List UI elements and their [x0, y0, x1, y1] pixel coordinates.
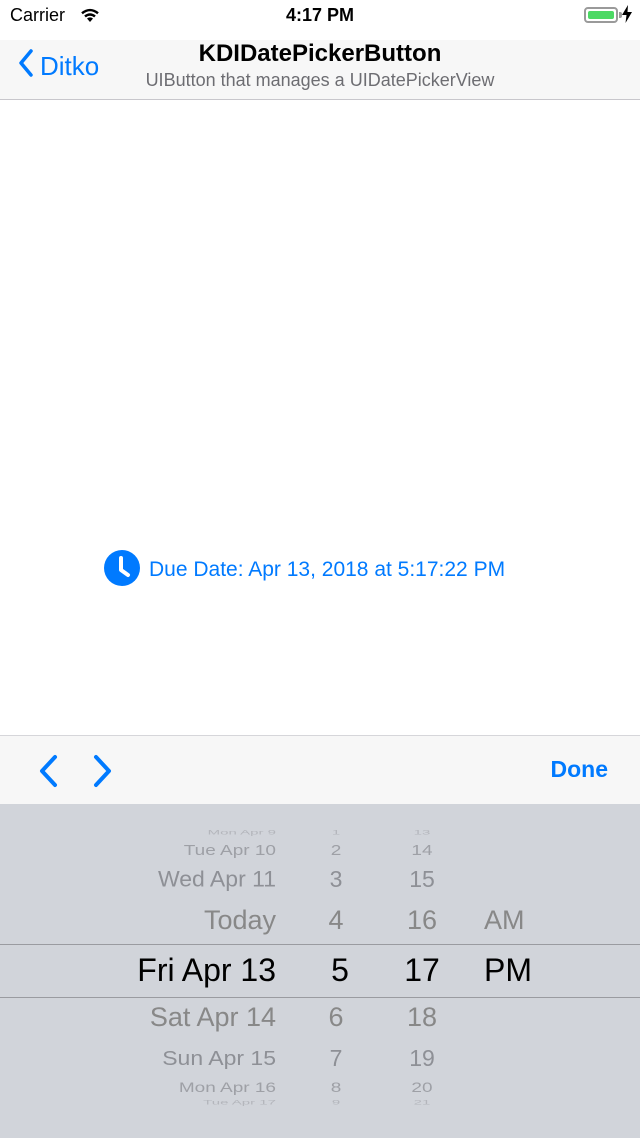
status-time: 4:17 PM — [285, 5, 355, 25]
picker-date-row[interactable]: Mon Apr 9 — [208, 829, 276, 837]
picker-minute-row[interactable]: 15 — [409, 866, 435, 893]
due-date-label: Due Date: Apr 13, 2018 at 5:17:22 PM — [149, 558, 506, 581]
picker-minute-row[interactable]: 18 — [407, 1002, 437, 1033]
picker-minute-row[interactable]: 21 — [414, 1099, 431, 1106]
chevron-left-icon — [36, 755, 62, 792]
picker-date-row[interactable]: Tue Apr 17 — [203, 1099, 276, 1106]
picker-date-row[interactable]: Today — [204, 905, 276, 936]
page-subtitle: UIButton that manages a UIDatePickerView — [145, 70, 495, 90]
picker-date-row[interactable]: Wed Apr 11 — [158, 867, 276, 893]
picker-ampm-row-selected[interactable]: PM — [484, 952, 532, 989]
picker-minute-row[interactable]: 19 — [409, 1045, 435, 1072]
picker-minute-row[interactable]: 20 — [411, 1080, 432, 1097]
picker-minute-row[interactable]: 14 — [411, 842, 432, 860]
picker-hour-row[interactable]: 1 — [332, 829, 340, 837]
picker-ampm-row[interactable]: AM — [484, 905, 525, 936]
date-picker[interactable]: Mon Apr 9 Tue Apr 10 Wed Apr 11 Today Fr… — [0, 804, 640, 1138]
picker-hour-row[interactable]: 4 — [328, 905, 343, 936]
picker-hour-row[interactable]: 6 — [328, 1002, 343, 1033]
selection-line-top — [0, 944, 640, 945]
picker-hour-row[interactable]: 8 — [331, 1080, 342, 1097]
picker-hour-row[interactable]: 7 — [330, 1045, 343, 1072]
picker-date-row[interactable]: Sat Apr 14 — [150, 1002, 276, 1033]
picker-date-row-selected[interactable]: Fri Apr 13 — [137, 952, 276, 989]
input-accessory-toolbar: Done — [0, 735, 640, 805]
battery-icon — [584, 7, 618, 23]
picker-minute-row[interactable]: 16 — [407, 905, 437, 936]
status-bar: Carrier 4:17 PM — [0, 0, 640, 40]
page-title: KDIDatePickerButton — [198, 40, 442, 67]
picker-hour-row[interactable]: 9 — [332, 1099, 340, 1106]
navigation-bar: Ditko KDIDatePickerButton UIButton that … — [0, 40, 640, 100]
next-button[interactable] — [90, 754, 116, 793]
picker-minute-row-selected[interactable]: 17 — [404, 952, 440, 989]
picker-hour-row[interactable]: 3 — [330, 866, 343, 893]
selection-line-bottom — [0, 997, 640, 998]
chevron-right-icon — [90, 755, 116, 792]
picker-date-row[interactable]: Sun Apr 15 — [162, 1046, 276, 1070]
picker-date-row[interactable]: Mon Apr 16 — [179, 1080, 276, 1097]
previous-button[interactable] — [36, 754, 62, 793]
picker-date-row[interactable]: Tue Apr 10 — [184, 842, 276, 860]
picker-hour-row[interactable]: 2 — [331, 842, 342, 860]
picker-hour-row-selected[interactable]: 5 — [331, 952, 349, 989]
clock-icon — [104, 549, 140, 591]
picker-minute-row[interactable]: 13 — [414, 829, 431, 837]
done-button[interactable]: Done — [551, 756, 609, 783]
due-date-button[interactable]: Due Date: Apr 13, 2018 at 5:17:22 PM — [104, 549, 506, 591]
charging-bolt-icon — [622, 5, 632, 28]
